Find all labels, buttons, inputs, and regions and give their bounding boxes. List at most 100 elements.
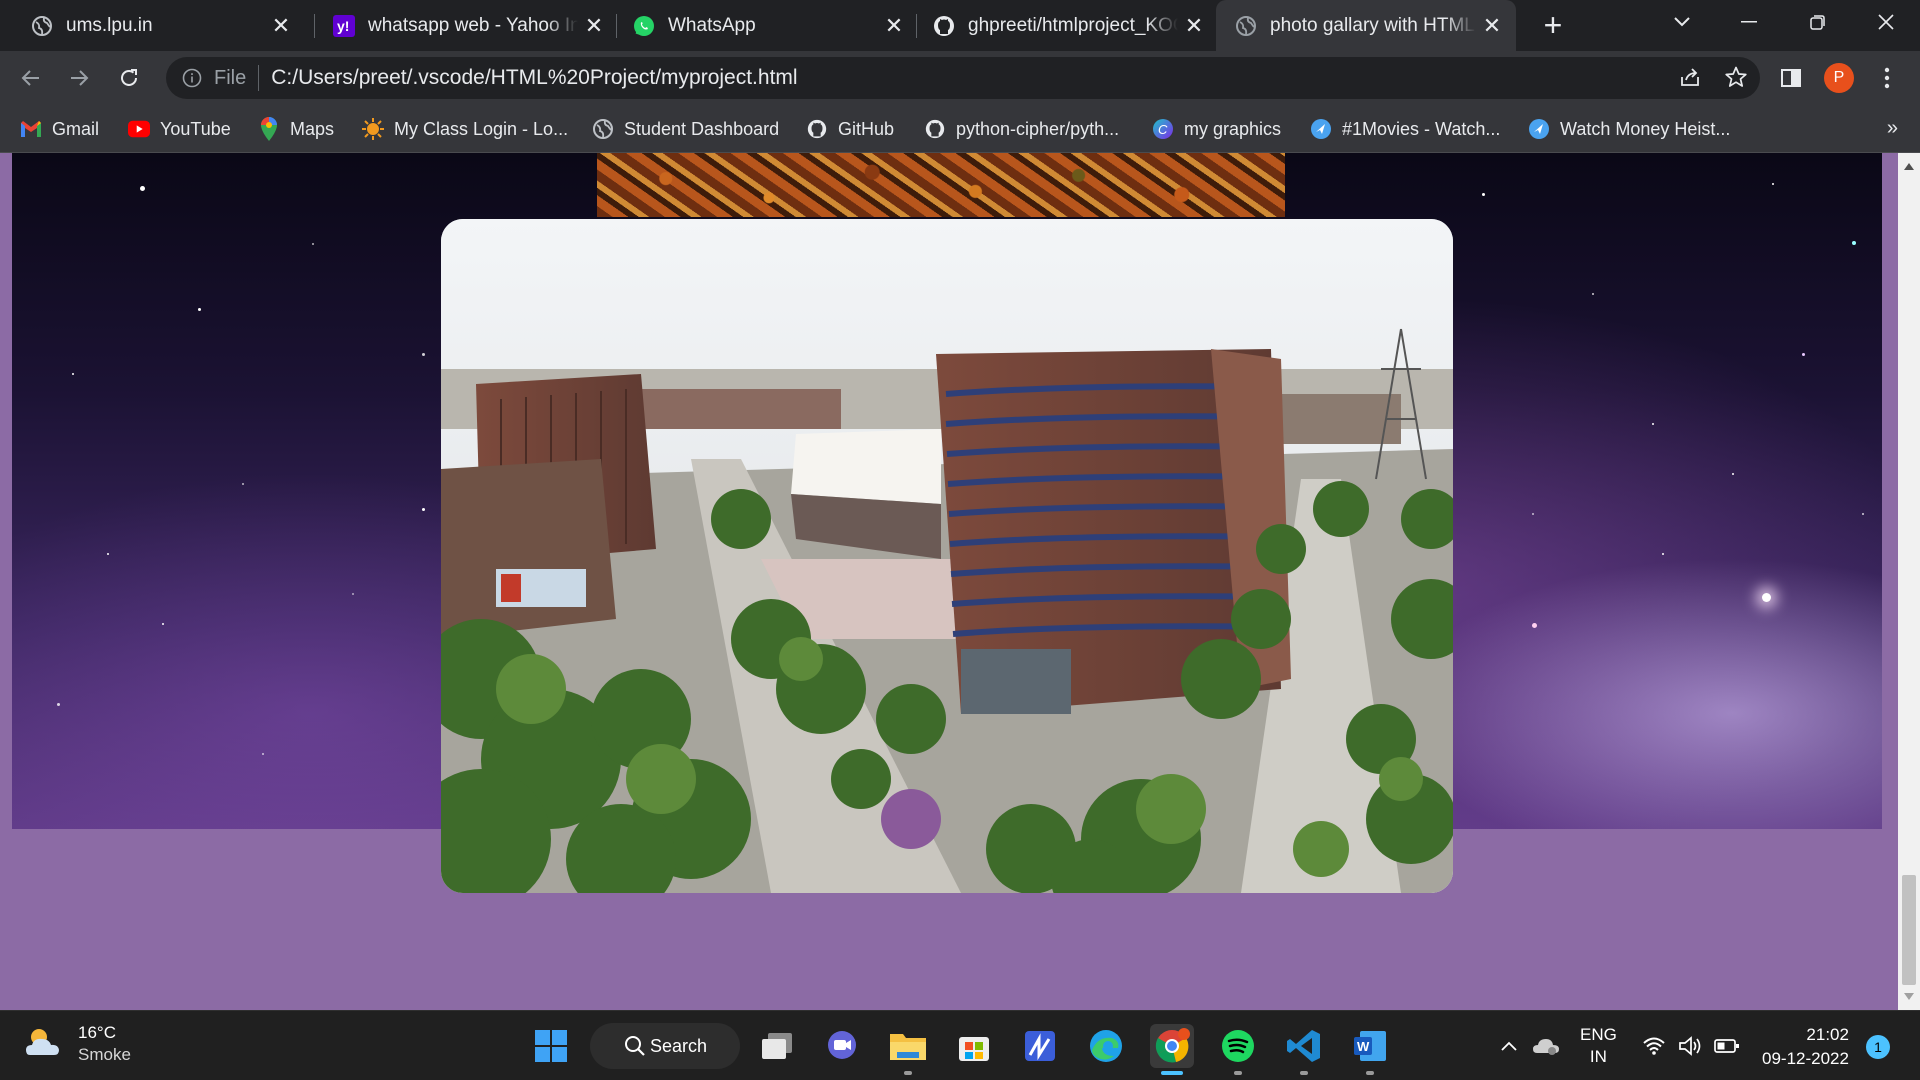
close-tab-icon[interactable]: ✕ bbox=[584, 13, 604, 39]
bookmark-youtube[interactable]: YouTube bbox=[128, 115, 231, 143]
tab-ums[interactable]: ums.lpu.in ✕ bbox=[0, 0, 305, 51]
back-button[interactable] bbox=[14, 61, 48, 95]
canva-icon: C bbox=[1152, 118, 1174, 140]
share-icon[interactable] bbox=[1678, 65, 1702, 94]
bookmark-label: Student Dashboard bbox=[624, 118, 780, 139]
running-indicator bbox=[1234, 1071, 1242, 1075]
gmail-icon bbox=[20, 118, 42, 140]
bookmark-label: #1Movies - Watch... bbox=[1342, 118, 1501, 139]
bookmark-my-class-login[interactable]: My Class Login - Lo... bbox=[362, 115, 568, 143]
bookmark-label: My Class Login - Lo... bbox=[394, 118, 569, 139]
edge-icon[interactable] bbox=[1084, 1024, 1128, 1068]
address-bar[interactable]: File C:/Users/preet/.vscode/HTML%20Proje… bbox=[166, 57, 1760, 99]
svg-text:C: C bbox=[1158, 122, 1168, 137]
url-text[interactable]: C:/Users/preet/.vscode/HTML%20Project/my… bbox=[271, 66, 797, 90]
whiteboard-icon[interactable] bbox=[1018, 1024, 1062, 1068]
active-indicator bbox=[1161, 1071, 1183, 1075]
bookmark-label: GitHub bbox=[838, 118, 895, 139]
chat-icon[interactable] bbox=[820, 1024, 864, 1068]
bookmarks-overflow-button[interactable]: » bbox=[1887, 117, 1898, 140]
close-tab-icon[interactable]: ✕ bbox=[884, 13, 904, 39]
globe-icon bbox=[1234, 14, 1258, 38]
windows-taskbar: 16°C Smoke Search W ENG IN 21:02 09-12-2… bbox=[0, 1010, 1920, 1080]
globe-icon bbox=[592, 118, 614, 140]
tab-strip: ums.lpu.in ✕ y! whatsapp web - Yahoo Ind… bbox=[0, 0, 1920, 51]
weather-widget[interactable]: 16°C Smoke bbox=[24, 1023, 131, 1065]
globe-icon bbox=[30, 14, 54, 38]
bookmark-python-cipher[interactable]: python-cipher/pyth... bbox=[924, 115, 1119, 143]
system-clock[interactable]: 21:02 09-12-2022 bbox=[1762, 1023, 1849, 1071]
chrome-icon[interactable] bbox=[1150, 1024, 1194, 1075]
tab-yahoo[interactable]: y! whatsapp web - Yahoo India Search ✕ bbox=[318, 0, 618, 51]
volume-icon[interactable] bbox=[1678, 1011, 1702, 1080]
bookmark-label: Maps bbox=[290, 118, 335, 139]
bookmark-label: my graphics bbox=[1184, 118, 1282, 139]
spotify-icon[interactable] bbox=[1216, 1024, 1260, 1075]
tab-title: WhatsApp bbox=[668, 14, 756, 36]
close-tab-icon[interactable]: ✕ bbox=[271, 13, 291, 39]
tab-separator bbox=[616, 14, 617, 38]
campus-aerial-photo bbox=[441, 219, 1453, 893]
bookmark-github[interactable]: GitHub bbox=[806, 115, 894, 143]
scroll-thumb[interactable] bbox=[1902, 875, 1916, 985]
svg-text:W: W bbox=[1357, 1039, 1370, 1054]
bookmark-star-icon[interactable] bbox=[1724, 65, 1748, 94]
address-divider bbox=[258, 65, 260, 91]
running-indicator bbox=[904, 1071, 912, 1075]
page-viewport bbox=[0, 153, 1920, 1010]
new-tab-button[interactable]: + bbox=[1536, 8, 1570, 42]
bookmark-gmail[interactable]: Gmail bbox=[20, 115, 99, 143]
info-icon[interactable] bbox=[180, 66, 204, 90]
reload-button[interactable] bbox=[112, 61, 146, 95]
bookmark-maps[interactable]: Maps bbox=[258, 115, 334, 143]
wifi-icon[interactable] bbox=[1642, 1011, 1666, 1080]
arrow-icon bbox=[1310, 118, 1332, 140]
close-window-button[interactable] bbox=[1852, 0, 1920, 44]
bookmark-1movies[interactable]: #1Movies - Watch... bbox=[1310, 115, 1500, 143]
menu-icon[interactable] bbox=[1870, 61, 1904, 95]
bookmark-label: Watch Money Heist... bbox=[1560, 118, 1731, 139]
profile-button[interactable]: P bbox=[1822, 61, 1856, 95]
cloud-sun-icon bbox=[24, 1025, 64, 1064]
vscode-icon[interactable] bbox=[1282, 1024, 1326, 1075]
task-view-icon[interactable] bbox=[755, 1024, 799, 1068]
bookmark-my-graphics[interactable]: C my graphics bbox=[1152, 115, 1281, 143]
running-indicator bbox=[1366, 1071, 1374, 1075]
bookmark-student-dashboard[interactable]: Student Dashboard bbox=[592, 115, 779, 143]
page-margin bbox=[0, 153, 12, 1010]
bookmark-money-heist[interactable]: Watch Money Heist... bbox=[1528, 115, 1730, 143]
file-explorer-icon[interactable] bbox=[886, 1024, 930, 1075]
arrow-icon bbox=[1528, 118, 1550, 140]
close-tab-icon[interactable]: ✕ bbox=[1184, 13, 1204, 39]
region-code: IN bbox=[1589, 1047, 1607, 1066]
youtube-icon bbox=[128, 118, 150, 140]
notification-badge[interactable]: 1 bbox=[1866, 1035, 1890, 1059]
minimize-button[interactable] bbox=[1716, 0, 1784, 44]
sun-icon bbox=[362, 118, 384, 140]
tab-search-icon[interactable] bbox=[1648, 0, 1716, 44]
taskbar-search[interactable]: Search bbox=[590, 1023, 740, 1069]
input-language[interactable]: ENG IN bbox=[1580, 1024, 1617, 1068]
forward-button[interactable] bbox=[62, 61, 96, 95]
bookmark-label: Gmail bbox=[52, 118, 100, 139]
tab-github[interactable]: ghpreeti/htmlproject_KOOL ✕ bbox=[918, 0, 1218, 51]
word-icon[interactable]: W bbox=[1348, 1024, 1392, 1075]
page-scrollbar[interactable] bbox=[1898, 153, 1920, 1010]
store-icon[interactable] bbox=[952, 1024, 996, 1068]
tab-photo-gallery[interactable]: photo gallary with HTML and CSS ✕ bbox=[1216, 0, 1516, 51]
battery-icon[interactable] bbox=[1714, 1011, 1740, 1080]
windows-start-icon[interactable] bbox=[529, 1024, 573, 1068]
show-hidden-icons[interactable] bbox=[1500, 1011, 1518, 1080]
restore-button[interactable] bbox=[1784, 0, 1852, 44]
bookmarks-bar: Gmail YouTube Maps My Class Login - Lo..… bbox=[0, 105, 1920, 153]
tab-whatsapp[interactable]: WhatsApp ✕ bbox=[618, 0, 918, 51]
yahoo-icon: y! bbox=[332, 14, 356, 38]
avatar: P bbox=[1824, 63, 1854, 93]
close-tab-icon[interactable]: ✕ bbox=[1482, 13, 1502, 39]
side-panel-icon[interactable] bbox=[1774, 61, 1808, 95]
scroll-up-arrow[interactable] bbox=[1904, 163, 1914, 170]
tab-title: ghpreeti/htmlproject_KOOL bbox=[968, 14, 1178, 36]
scroll-down-arrow[interactable] bbox=[1904, 993, 1914, 1000]
onedrive-icon[interactable] bbox=[1532, 1011, 1560, 1080]
tab-separator bbox=[916, 14, 917, 38]
